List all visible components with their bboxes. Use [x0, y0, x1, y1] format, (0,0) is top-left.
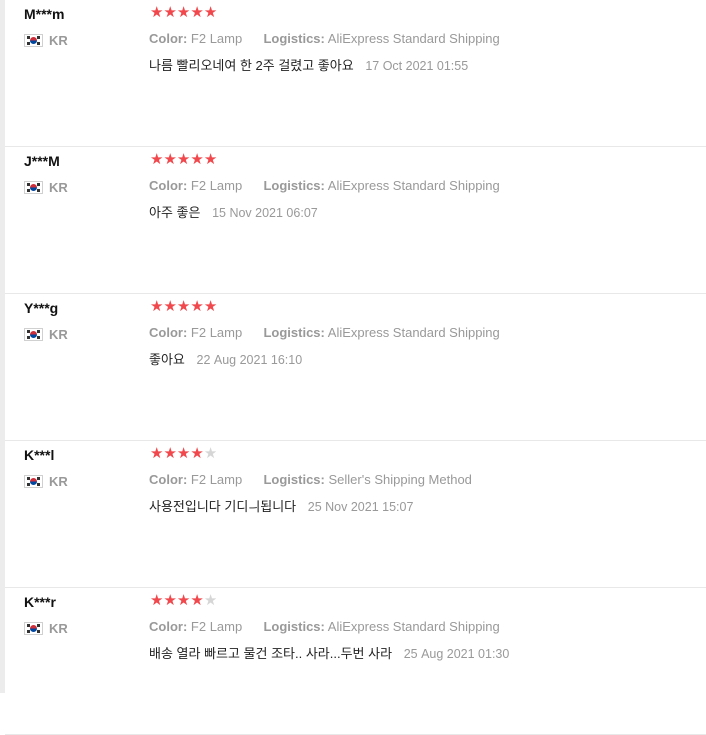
star-filled-icon: ★ — [190, 298, 204, 315]
review-sku-info: Color: F2 Lamp Logistics: Seller's Shipp… — [149, 472, 472, 487]
color-label: Color: — [149, 619, 188, 634]
star-filled-icon: ★ — [176, 445, 191, 462]
review-text: 나름 빨리오네여 한 2주 걸렸고 좋아요 17 Oct 2021 01:55 — [149, 55, 468, 74]
reviewer-country: KR — [24, 472, 68, 490]
star-filled-icon: ★ — [150, 592, 164, 609]
color-value: F2 Lamp — [190, 325, 243, 340]
star-filled-icon: ★ — [203, 151, 218, 168]
star-filled-icon: ★ — [150, 151, 164, 168]
review-text: 사용전입니다 기디ㅢ됩니다 25 Nov 2021 15:07 — [149, 496, 413, 515]
reviewer-country: KR — [24, 178, 68, 196]
review-item: Y***g KR ★★★★★ Color: F2 Lamp Logistics:… — [5, 294, 706, 441]
reviewer-name: M***m — [24, 6, 65, 22]
logistics-label: Logistics: — [263, 619, 325, 634]
color-value: F2 Lamp — [190, 178, 243, 193]
country-code: KR — [49, 32, 68, 48]
color-label: Color: — [149, 472, 188, 487]
reviewer-name: K***r — [24, 594, 56, 610]
review-body: 사용전입니다 기디ㅢ됩니다 — [149, 499, 297, 514]
country-code: KR — [49, 473, 68, 489]
review-body: 나름 빨리오네여 한 2주 걸렸고 좋아요 — [149, 58, 354, 73]
logistics-value: AliExpress Standard Shipping — [327, 31, 500, 46]
star-empty-icon: ★ — [203, 592, 218, 609]
logistics-value: Seller's Shipping Method — [328, 472, 472, 487]
review-date: 25 Aug 2021 01:30 — [403, 647, 510, 661]
south-korea-flag-icon — [24, 621, 43, 635]
star-filled-icon: ★ — [150, 4, 164, 21]
reviewer-name: Y***g — [24, 300, 59, 316]
reviewer-name: J***M — [24, 153, 60, 169]
review-item: J***M KR ★★★★★ Color: F2 Lamp Logistics:… — [5, 147, 706, 294]
review-date: 25 Nov 2021 15:07 — [307, 500, 414, 514]
logistics-label: Logistics: — [263, 31, 325, 46]
star-filled-icon: ★ — [163, 4, 177, 21]
star-filled-icon: ★ — [190, 445, 204, 462]
star-rating: ★★★★★ — [150, 444, 217, 462]
reviewer-country: KR — [24, 31, 68, 49]
star-filled-icon: ★ — [163, 592, 177, 609]
review-date: 22 Aug 2021 16:10 — [196, 353, 303, 367]
star-filled-icon: ★ — [190, 4, 204, 21]
color-value: F2 Lamp — [190, 472, 243, 487]
star-rating: ★★★★★ — [150, 3, 217, 21]
review-item: M***m KR ★★★★★ Color: F2 Lamp Logistics:… — [5, 0, 706, 147]
star-filled-icon: ★ — [163, 151, 177, 168]
star-filled-icon: ★ — [163, 298, 177, 315]
reviewer-country: KR — [24, 325, 68, 343]
star-filled-icon: ★ — [150, 445, 164, 462]
review-sku-info: Color: F2 Lamp Logistics: AliExpress Sta… — [149, 31, 500, 46]
south-korea-flag-icon — [24, 474, 43, 488]
country-code: KR — [49, 326, 68, 342]
review-sku-info: Color: F2 Lamp Logistics: AliExpress Sta… — [149, 325, 500, 340]
logistics-value: AliExpress Standard Shipping — [327, 619, 500, 634]
star-filled-icon: ★ — [176, 592, 191, 609]
south-korea-flag-icon — [24, 327, 43, 341]
logistics-label: Logistics: — [263, 325, 325, 340]
review-date: 17 Oct 2021 01:55 — [365, 59, 469, 73]
review-sku-info: Color: F2 Lamp Logistics: AliExpress Sta… — [149, 178, 500, 193]
review-item: K***r KR ★★★★★ Color: F2 Lamp Logistics:… — [5, 588, 706, 735]
star-filled-icon: ★ — [203, 4, 218, 21]
star-rating: ★★★★★ — [150, 591, 217, 609]
star-filled-icon: ★ — [176, 151, 191, 168]
star-empty-icon: ★ — [203, 445, 218, 462]
south-korea-flag-icon — [24, 180, 43, 194]
star-filled-icon: ★ — [163, 445, 177, 462]
logistics-value: AliExpress Standard Shipping — [327, 325, 500, 340]
star-rating: ★★★★★ — [150, 297, 217, 315]
color-label: Color: — [149, 31, 188, 46]
review-date: 15 Nov 2021 06:07 — [212, 206, 318, 220]
star-filled-icon: ★ — [190, 592, 204, 609]
reviewer-name: K***l — [24, 447, 55, 463]
logistics-label: Logistics: — [263, 178, 325, 193]
color-value: F2 Lamp — [190, 619, 243, 634]
country-code: KR — [49, 620, 68, 636]
review-text: 아주 좋은 15 Nov 2021 06:07 — [149, 202, 318, 221]
star-filled-icon: ★ — [150, 298, 164, 315]
reviewer-country: KR — [24, 619, 68, 637]
color-label: Color: — [149, 178, 188, 193]
color-label: Color: — [149, 325, 188, 340]
review-text: 좋아요 22 Aug 2021 16:10 — [149, 349, 302, 368]
review-sku-info: Color: F2 Lamp Logistics: AliExpress Sta… — [149, 619, 500, 634]
star-rating: ★★★★★ — [150, 150, 217, 168]
logistics-value: AliExpress Standard Shipping — [327, 178, 500, 193]
south-korea-flag-icon — [24, 33, 43, 47]
star-filled-icon: ★ — [176, 298, 191, 315]
country-code: KR — [49, 179, 68, 195]
review-item: K***l KR ★★★★★ Color: F2 Lamp Logistics:… — [5, 441, 706, 588]
review-text: 배송 열라 빠르고 물건 조타.. 사라...두번 사라 25 Aug 2021… — [149, 643, 509, 662]
review-body: 좋아요 — [149, 352, 185, 367]
review-body: 배송 열라 빠르고 물건 조타.. 사라...두번 사라 — [149, 646, 393, 661]
color-value: F2 Lamp — [190, 31, 243, 46]
star-filled-icon: ★ — [190, 151, 204, 168]
star-filled-icon: ★ — [176, 4, 191, 21]
review-body: 아주 좋은 — [149, 205, 201, 220]
logistics-label: Logistics: — [263, 472, 325, 487]
star-filled-icon: ★ — [203, 298, 218, 315]
